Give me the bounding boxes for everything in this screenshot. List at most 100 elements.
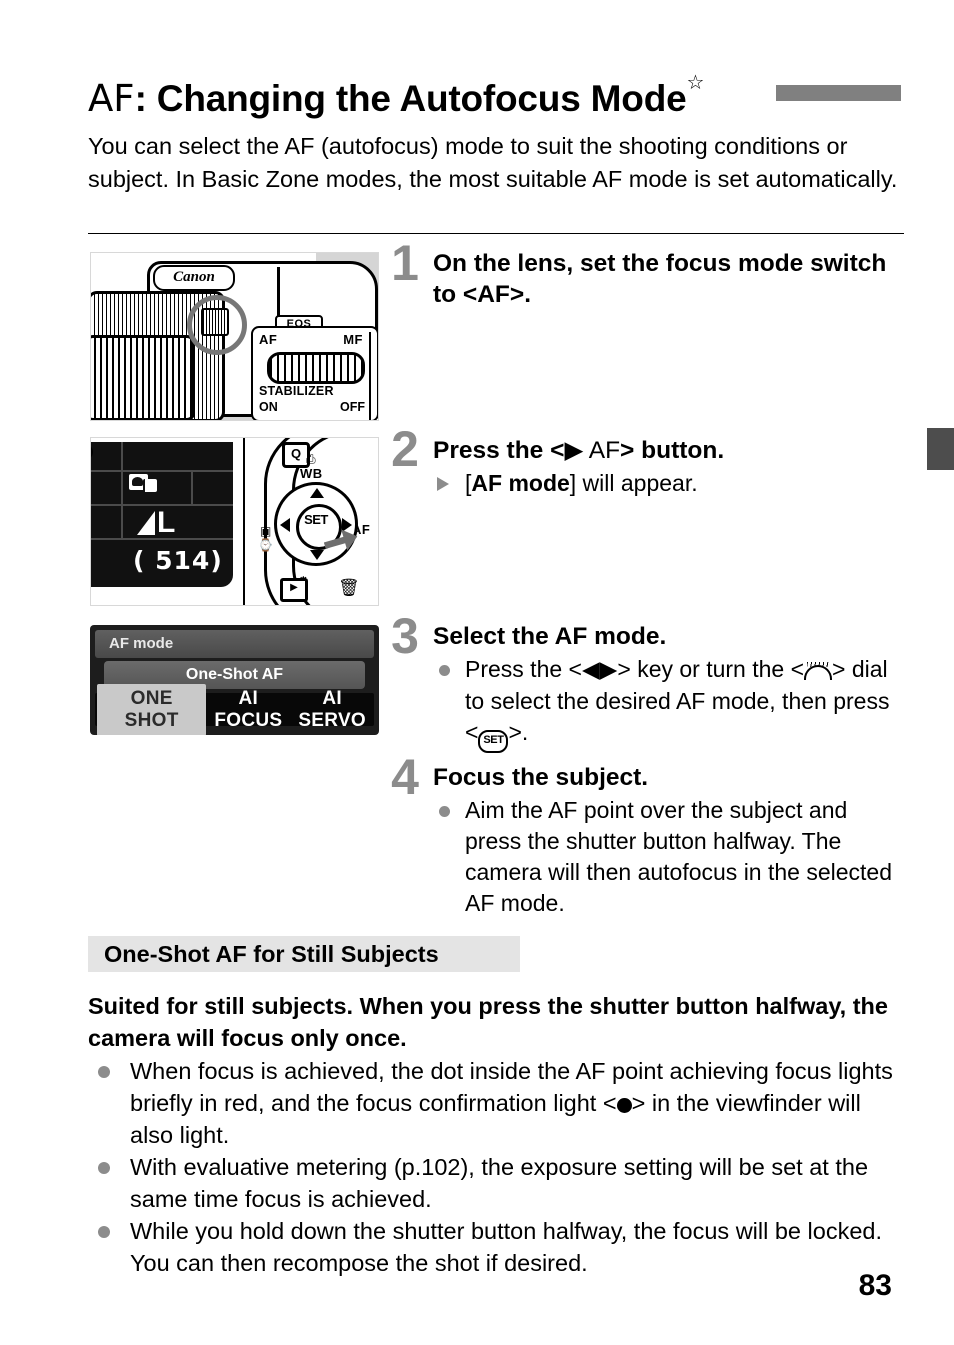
dot-bullet-icon	[98, 1066, 110, 1078]
left-arrow-icon	[280, 518, 290, 532]
section-lead-text: Suited for still subjects. When you pres…	[88, 993, 888, 1051]
step-3-number: 3	[391, 608, 419, 664]
af-mode-title: AF mode	[95, 630, 374, 658]
step-4: 4 Focus the subject. Aim the AF point ov…	[386, 752, 904, 919]
down-arrow-icon	[310, 550, 324, 560]
step-3-seg2: > key or turn the <	[617, 656, 805, 682]
af-glyph: AF	[583, 437, 621, 464]
dot-bullet-icon	[439, 806, 450, 817]
cross-keys[interactable]: ONE SHOT SET	[274, 482, 358, 566]
step-1-heading: On the lens, set the focus mode switch t…	[433, 250, 887, 308]
wb-label: WB	[300, 466, 323, 481]
image-quality-indicator: L	[137, 508, 175, 538]
stabilizer-off-label: OFF	[340, 400, 365, 414]
main-dial-icon	[804, 662, 833, 680]
playback-button[interactable]: ▶	[280, 578, 308, 602]
step-2-heading-pre: Press the <	[433, 437, 565, 464]
left-right-arrows-icon: ◀▶	[581, 657, 618, 683]
page-number: 83	[858, 1269, 892, 1302]
switch-label-mf: MF	[343, 332, 363, 347]
print-share-icon: ⎙	[306, 452, 316, 466]
af-glyph: AF	[88, 77, 135, 120]
up-arrow-icon	[310, 488, 324, 498]
note-item: While you hold down the shutter button h…	[88, 1215, 904, 1279]
trash-icon[interactable]: 🗑	[338, 578, 360, 598]
picture-style-icon	[129, 474, 157, 494]
shots-remaining: ( 514)	[133, 546, 223, 575]
figure-lcd-controls: L ( 514) Q ⎙ WB AF ONE SHOT SET ▣	[90, 437, 379, 606]
af-mode-options: ONE SHOT AI FOCUS AI SERVO	[95, 683, 374, 735]
step-4-heading: Focus the subject.	[433, 764, 649, 791]
step-3-seg4: >.	[508, 719, 529, 745]
dot-bullet-icon	[98, 1226, 110, 1238]
star-icon: ☆	[686, 72, 705, 94]
right-arrow-icon	[342, 518, 352, 532]
quality-triangle-icon	[137, 511, 155, 535]
drive-mode-icon: ▣	[260, 524, 272, 538]
step-2-number: 2	[391, 421, 419, 477]
step-3: 3 Select the AF mode. Press the <◀▶> key…	[386, 611, 904, 753]
focus-switch-slider	[267, 352, 365, 384]
af-mode-dialog: AF mode One-Shot AF ONE SHOT AI FOCUS AI…	[90, 625, 379, 735]
step-3-bullet: Press the <◀▶> key or turn the < > dial t…	[433, 654, 904, 753]
note-2-text: With evaluative metering (p.102), the ex…	[130, 1154, 869, 1212]
page-title-text: : Changing the Autofocus Mode	[134, 78, 687, 119]
section-heading-box: One-Shot AF for Still Subjects	[88, 936, 520, 972]
step-4-number: 4	[391, 749, 419, 805]
step-2-heading-post: > button.	[620, 437, 725, 464]
switch-callout: AF MF STABILIZER ON OFF	[251, 326, 378, 420]
note-item: When focus is achieved, the dot inside t…	[88, 1055, 904, 1151]
switch-label-af: AF	[259, 332, 278, 347]
lens-front-ring	[91, 335, 195, 420]
dot-bullet-icon	[439, 665, 450, 676]
page-title: AF: Changing the Autofocus Mode☆	[88, 58, 704, 124]
callout-edge-line	[369, 332, 371, 420]
step-1: 1 On the lens, set the focus mode switch…	[386, 238, 904, 310]
set-icon: SET	[478, 730, 509, 753]
figure-af-mode-screen: AF mode One-Shot AF ONE SHOT AI FOCUS AI…	[90, 625, 379, 735]
af-option-ai-focus[interactable]: AI FOCUS	[206, 684, 290, 736]
stabilizer-on-label: ON	[259, 400, 278, 414]
figure1-background: Canon EOS AF MF STABILIZER ON OFF	[91, 253, 378, 420]
manual-page: AF: Changing the Autofocus Mode☆ You can…	[0, 0, 954, 1345]
step-3-heading: Select the AF mode.	[433, 623, 667, 650]
dot-bullet-icon	[98, 1162, 110, 1174]
step-4-bullet: Aim the AF point over the subject and pr…	[433, 795, 904, 919]
section-notes: When focus is achieved, the dot inside t…	[88, 1055, 904, 1279]
focus-confirm-dot-icon	[616, 1098, 632, 1113]
step-2-heading: Press the <▶ AF> button.	[433, 434, 904, 466]
focus-mode-switch	[201, 308, 229, 336]
set-label: SET	[304, 512, 328, 527]
section-heading: One-Shot AF for Still Subjects	[104, 941, 439, 967]
page-header: AF: Changing the Autofocus Mode☆	[88, 58, 904, 120]
self-timer-icon: ⌚	[258, 538, 273, 552]
step-4-text: Aim the AF point over the subject and pr…	[465, 797, 893, 916]
figure2-divider	[243, 438, 245, 605]
triangle-bullet-icon	[437, 477, 449, 491]
step-2-bullet: [AF mode] will appear.	[433, 468, 904, 499]
intro-paragraph: You can select the AF (autofocus) mode t…	[88, 133, 898, 192]
af-option-one-shot[interactable]: ONE SHOT	[97, 683, 207, 735]
step-2-body: [AF mode] will appear.	[433, 468, 904, 499]
right-arrow-icon: ▶	[564, 435, 584, 464]
af-mode-term: AF mode	[471, 470, 570, 496]
header-accent-bar	[776, 85, 901, 101]
step-4-body: Aim the AF point over the subject and pr…	[433, 795, 904, 919]
chapter-tab-marker	[927, 428, 954, 470]
step-1-number: 1	[391, 235, 419, 291]
camera-back-controls: Q ⎙ WB AF ONE SHOT SET ▣ ⌚ ⚙ ▶ 🗑	[246, 438, 378, 605]
step-3-seg1: Press the <	[465, 656, 582, 682]
figure-camera-lens: Canon EOS AF MF STABILIZER ON OFF	[90, 252, 379, 421]
note-item: With evaluative metering (p.102), the ex…	[88, 1151, 904, 1215]
step-3-body: Press the <◀▶> key or turn the < > dial t…	[433, 654, 904, 753]
note-3-text: While you hold down the shutter button h…	[130, 1218, 882, 1276]
canon-logo: Canon	[153, 265, 235, 291]
quality-size-label: L	[157, 506, 176, 539]
stabilizer-label: STABILIZER	[259, 384, 334, 398]
bracket-close-text: ] will appear.	[569, 470, 698, 496]
lcd-panel: L ( 514)	[91, 438, 243, 605]
af-option-ai-servo[interactable]: AI SERVO	[290, 684, 374, 736]
horizontal-rule	[88, 233, 904, 234]
lcd-screen: L ( 514)	[91, 442, 233, 587]
step-2: 2 Press the <▶ AF> button. [AF mode] wil…	[386, 424, 904, 499]
